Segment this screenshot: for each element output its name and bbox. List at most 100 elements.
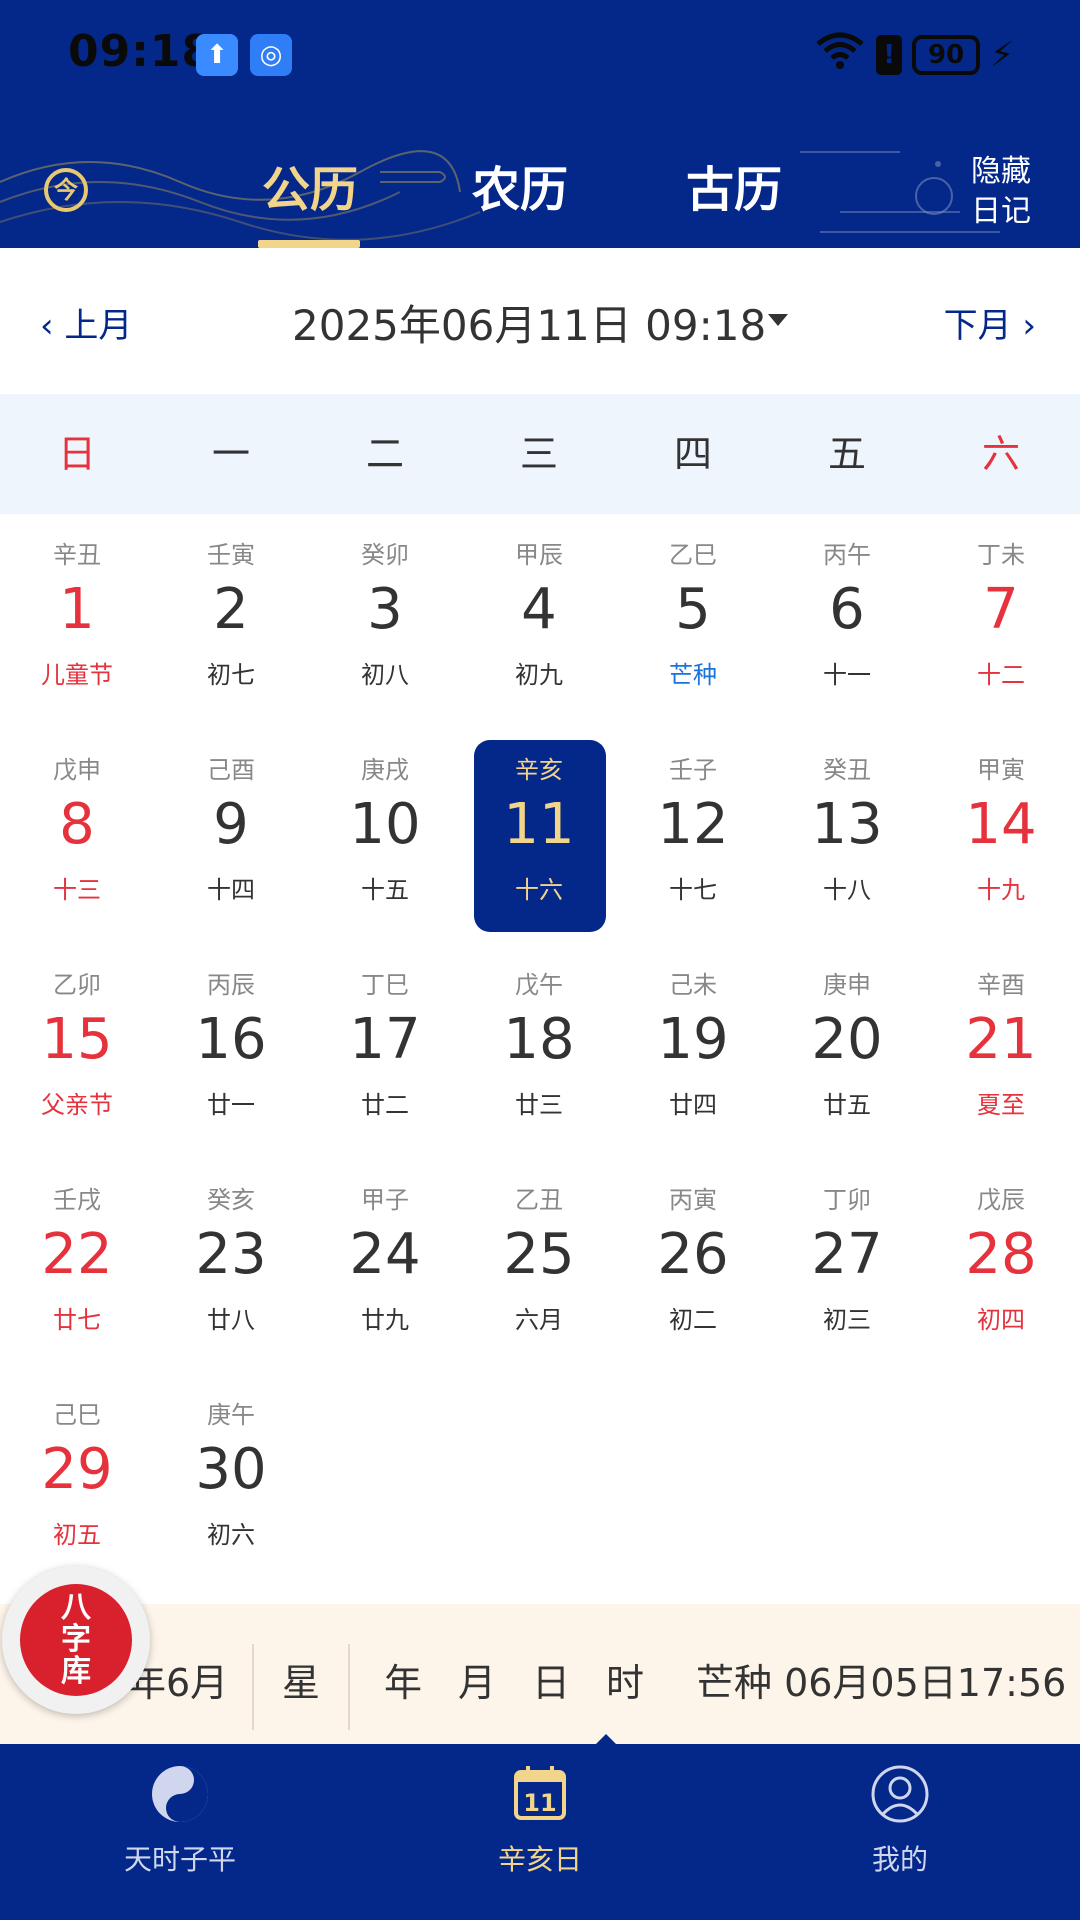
- calendar-day-icon-text: 11: [523, 1789, 556, 1817]
- day-number: 25: [503, 1222, 575, 1287]
- calendar-day[interactable]: 戊午 18 廿三: [462, 945, 616, 1160]
- nav-mine[interactable]: 我的: [800, 1764, 1000, 1878]
- day-number: 7: [983, 577, 1019, 642]
- calendar-day[interactable]: 辛酉 21 夏至: [924, 945, 1078, 1160]
- day-ganzhi: 丁卯: [823, 1186, 871, 1214]
- hide-diary-button[interactable]: 隐藏 日记: [966, 152, 1036, 232]
- day-number: 14: [965, 792, 1037, 857]
- day-lunar-label: 十三: [53, 876, 101, 904]
- calendar-day[interactable]: 戊辰 28 初四: [924, 1160, 1078, 1375]
- calendar-day[interactable]: 壬子 12 十七: [616, 730, 770, 945]
- weekday-sun: 日: [57, 432, 96, 476]
- day-ganzhi: 壬寅: [207, 541, 255, 569]
- calendar-day[interactable]: 癸丑 13 十八: [770, 730, 924, 945]
- info-week[interactable]: 星: [282, 1652, 320, 1707]
- day-number: 8: [59, 792, 95, 857]
- weekday-sat: 六: [981, 432, 1020, 476]
- alert-icon: !: [876, 35, 903, 75]
- day-lunar-label: 廿四: [669, 1091, 717, 1119]
- calendar-day[interactable]: 壬寅 2 初七: [154, 515, 308, 730]
- nav-tianshi-ziping[interactable]: 天时子平: [80, 1764, 280, 1878]
- day-number: 2: [213, 577, 249, 642]
- hide-diary-label-1: 隐藏: [971, 154, 1031, 189]
- weekday-fri: 五: [827, 432, 866, 476]
- calendar-day[interactable]: 壬戌 22 廿七: [0, 1160, 154, 1375]
- day-number: 10: [349, 792, 421, 857]
- calendar-day[interactable]: 庚申 20 廿五: [770, 945, 924, 1160]
- calendar-day[interactable]: 己巳 29 初五: [0, 1375, 154, 1590]
- day-lunar-label: 初七: [207, 661, 255, 689]
- calendar-day[interactable]: 癸卯 3 初八: [308, 515, 462, 730]
- calendar-day[interactable]: 丁卯 27 初三: [770, 1160, 924, 1375]
- day-number: 17: [349, 1007, 421, 1072]
- day-lunar-label: 廿三: [515, 1091, 563, 1119]
- day-number: 13: [811, 792, 883, 857]
- tab-ancient[interactable]: 古历: [686, 150, 782, 220]
- nav-label: 辛亥日: [497, 1843, 582, 1876]
- bazi-char-1: 八: [61, 1590, 91, 1625]
- nav-label: 天时子平: [123, 1843, 236, 1876]
- calendar-day[interactable]: 丁巳 17 廿二: [308, 945, 462, 1160]
- upload-icon: ⬆: [196, 34, 238, 76]
- calendar-day[interactable]: 甲子 24 廿九: [308, 1160, 462, 1375]
- today-button[interactable]: 今: [44, 168, 88, 212]
- day-ganzhi: 辛酉: [977, 971, 1025, 999]
- day-ganzhi: 癸亥: [207, 1186, 255, 1214]
- calendar-day[interactable]: 甲辰 4 初九: [462, 515, 616, 730]
- solar-term-info[interactable]: 芒种 06月05日17:56: [696, 1652, 1066, 1707]
- nav-today-day[interactable]: 11 辛亥日: [440, 1764, 640, 1878]
- charging-icon: ⚡: [990, 35, 1014, 75]
- calendar-day[interactable]: 丙寅 26 初二: [616, 1160, 770, 1375]
- current-date-selector[interactable]: 2025年06月11日 09:18: [292, 292, 766, 353]
- calendar-day[interactable]: 丁未 7 十二: [924, 515, 1078, 730]
- day-number: 29: [41, 1437, 113, 1502]
- day-lunar-label: 十五: [361, 876, 409, 904]
- bazi-library-button[interactable]: 八 字 库: [2, 1566, 150, 1714]
- day-number: 4: [521, 577, 557, 642]
- calendar-day[interactable]: 丙午 6 十一: [770, 515, 924, 730]
- day-number: 20: [811, 1007, 883, 1072]
- calendar-day[interactable]: 癸亥 23 廿八: [154, 1160, 308, 1375]
- calendar-day-selected[interactable]: 辛亥 11 十六: [462, 730, 616, 945]
- calendar-day[interactable]: 戊申 8 十三: [0, 730, 154, 945]
- calendar-day-icon: 11: [510, 1764, 570, 1824]
- day-number: 28: [965, 1222, 1037, 1287]
- day-number: 26: [657, 1222, 729, 1287]
- day-lunar-label: 廿二: [361, 1091, 409, 1119]
- tab-gregorian[interactable]: 公历: [262, 150, 358, 220]
- calendar-day[interactable]: 乙卯 15 父亲节: [0, 945, 154, 1160]
- day-info-strip: 年6月 星 年 月 日 时 芒种 06月05日17:56: [0, 1604, 1080, 1744]
- day-lunar-label: 廿五: [823, 1091, 871, 1119]
- calendar-day[interactable]: 己未 19 廿四: [616, 945, 770, 1160]
- bazi-library-seal: 八 字 库: [20, 1584, 132, 1696]
- tab-lunar[interactable]: 农历: [472, 150, 568, 220]
- month-navigation: ‹ 上月 2025年06月11日 09:18 下月 ›: [0, 248, 1080, 392]
- calendar-day[interactable]: 丙辰 16 廿一: [154, 945, 308, 1160]
- bazi-char-2: 字: [61, 1622, 91, 1657]
- prev-month-button[interactable]: ‹ 上月: [40, 298, 132, 347]
- weekday-mon: 一: [211, 432, 250, 476]
- day-ganzhi: 丙寅: [669, 1186, 717, 1214]
- day-lunar-label: 儿童节: [41, 661, 113, 689]
- calendar-day[interactable]: 庚戌 10 十五: [308, 730, 462, 945]
- day-ganzhi: 乙卯: [53, 971, 101, 999]
- next-month-button[interactable]: 下月 ›: [944, 298, 1036, 347]
- hide-diary-label-2: 日记: [971, 194, 1031, 229]
- calendar-day[interactable]: 甲寅 14 十九: [924, 730, 1078, 945]
- calendar-day[interactable]: 己酉 9 十四: [154, 730, 308, 945]
- dropdown-caret-icon[interactable]: [768, 314, 788, 326]
- divider: [252, 1644, 254, 1730]
- calendar-day[interactable]: 乙巳 5 芒种: [616, 515, 770, 730]
- calendar-day[interactable]: 辛丑 1 儿童节: [0, 515, 154, 730]
- divider: [348, 1644, 350, 1730]
- day-number: 16: [195, 1007, 267, 1072]
- day-number: 15: [41, 1007, 113, 1072]
- day-lunar-label: 十六: [515, 876, 563, 904]
- day-ganzhi: 甲辰: [515, 541, 563, 569]
- day-lunar-label: 十九: [977, 876, 1025, 904]
- day-ganzhi: 壬子: [669, 756, 717, 784]
- calendar-day[interactable]: 庚午 30 初六: [154, 1375, 308, 1590]
- four-pillars[interactable]: 年 月 日 时: [384, 1652, 644, 1707]
- calendar-day[interactable]: 乙丑 25 六月: [462, 1160, 616, 1375]
- weekday-tue: 二: [365, 432, 404, 476]
